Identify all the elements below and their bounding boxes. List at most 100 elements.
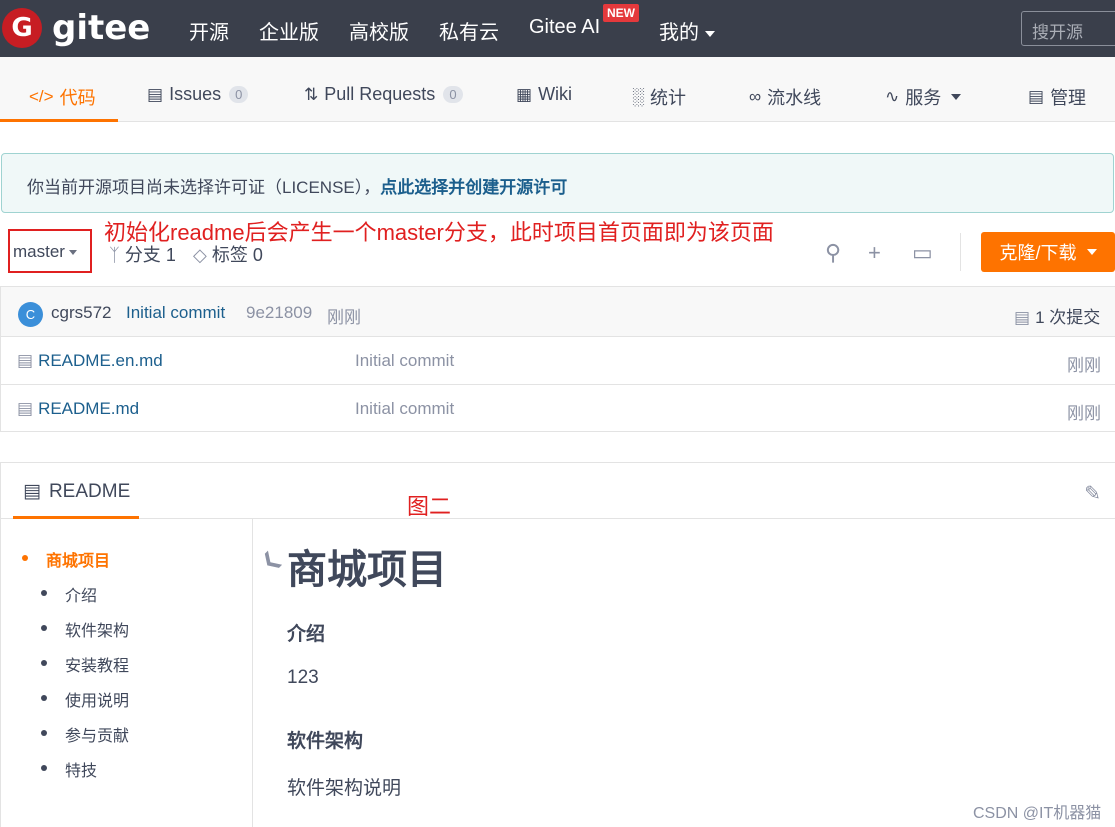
tab-manage-label: 管理 (1050, 88, 1087, 108)
file-name: README.en.md (38, 351, 163, 370)
nav-private-cloud[interactable]: 私有云 (439, 16, 499, 45)
table-row: ▤ README.en.md Initial commit 刚刚 (1, 337, 1115, 385)
divider (960, 233, 961, 271)
readme-subheading-intro: 介绍 (287, 624, 326, 645)
stats-icon: ░ (632, 87, 645, 106)
table-row: ▤ README.md Initial commit 刚刚 (1, 385, 1115, 433)
readme-header: ▤ README ✎ (1, 463, 1115, 519)
tab-code[interactable]: </> 代码 (29, 84, 96, 110)
readme-subheading-arch: 软件架构 (287, 731, 364, 752)
file-link[interactable]: ▤ README.md (17, 399, 139, 419)
tab-pipeline[interactable]: ∞ 流水线 (749, 84, 821, 110)
nav-mine-label: 我的 (659, 22, 699, 44)
toc-item[interactable]: 参与贡献 (40, 722, 129, 746)
file-time: 刚刚 (1067, 404, 1101, 423)
chevron-down-icon (951, 94, 962, 100)
nav-mine[interactable]: 我的 (659, 16, 715, 45)
nav-education[interactable]: 高校版 (349, 16, 409, 45)
tab-services-label: 服务 (905, 88, 942, 108)
issues-icon: ▤ (147, 84, 164, 104)
new-badge: NEW (603, 4, 639, 22)
tab-services[interactable]: ∿ 服务 (885, 84, 962, 110)
toc-item[interactable]: 软件架构 (40, 617, 129, 641)
chevron-down-icon (705, 30, 715, 37)
file-link[interactable]: ▤ README.en.md (17, 351, 163, 371)
manage-icon: ▤ (1028, 87, 1045, 106)
license-notice: 你当前开源项目尚未选择许可证（LICENSE），点此选择并创建开源许可 (1, 153, 1114, 213)
file-time: 刚刚 (1067, 356, 1101, 375)
tab-pipeline-label: 流水线 (767, 88, 822, 108)
pipeline-icon: ∞ (749, 87, 762, 106)
logo-text: gitee (52, 8, 151, 48)
chevron-down-icon (1086, 249, 1097, 255)
readme-paragraph-intro: 123 (287, 667, 319, 688)
tab-stats-label: 统计 (650, 88, 687, 108)
readme-heading: 商城项目 (287, 548, 447, 592)
license-text: 你当前开源项目尚未选择许可证（LICENSE）， (27, 178, 381, 197)
plus-icon[interactable]: + (868, 240, 881, 266)
tab-pull-requests-label: Pull Requests (324, 84, 436, 104)
branches-link[interactable]: ᛉ 分支 1 (109, 241, 176, 267)
tag-icon: ◇ (193, 245, 207, 265)
file-commit-message[interactable]: Initial commit (355, 399, 454, 419)
tags-link[interactable]: ◇ 标签 0 (193, 241, 263, 267)
toc-item[interactable]: 商城项目 (21, 547, 110, 571)
toc-item[interactable]: 使用说明 (40, 687, 129, 711)
tab-wiki[interactable]: ▦ Wiki (516, 84, 572, 105)
clone-download-label: 克隆/下载 (999, 243, 1077, 263)
active-tab-indicator (0, 119, 118, 122)
commit-author[interactable]: cgrs572 (51, 303, 111, 323)
issues-count-badge: 0 (229, 86, 249, 103)
latest-commit-row: C cgrs572 Initial commit 9e21809 刚刚 ▤ 1 次… (1, 287, 1115, 337)
file-list: C cgrs572 Initial commit 9e21809 刚刚 ▤ 1 次… (0, 286, 1115, 432)
toc-item[interactable]: 特技 (40, 757, 97, 781)
clone-download-button[interactable]: 克隆/下载 (981, 232, 1115, 272)
gitee-logo[interactable]: G gitee (2, 8, 150, 48)
search-icon[interactable]: ⚲ (825, 240, 841, 266)
commit-time: 刚刚 (327, 308, 361, 327)
commits-icon: ▤ (1014, 308, 1031, 327)
search-input[interactable]: 搜开源 (1021, 11, 1115, 46)
nav-gitee-ai[interactable]: Gitee AI (529, 16, 600, 39)
readme-panel: ▤ README ✎ 商城项目 介绍 软件架构 安装教程 使用说明 参与贡献 特技 (0, 462, 1115, 827)
top-navbar: G gitee 开源 企业版 高校版 私有云 Gitee AI NEW 我的 搜… (0, 0, 1115, 57)
branches-label: 分支 1 (124, 245, 176, 265)
branch-name: master (13, 242, 65, 261)
commit-count[interactable]: ▤ 1 次提交 (1014, 303, 1100, 328)
readme-icon: ▤ (23, 481, 41, 502)
tab-pull-requests[interactable]: ⇅ Pull Requests 0 (304, 84, 463, 105)
file-commit-message[interactable]: Initial commit (355, 351, 454, 371)
readme-toc: 商城项目 介绍 软件架构 安装教程 使用说明 参与贡献 特技 (1, 519, 253, 827)
commit-message[interactable]: Initial commit (126, 303, 225, 323)
edit-icon[interactable]: ✎ (1084, 481, 1101, 506)
commit-hash[interactable]: 9e21809 (246, 303, 312, 323)
tab-stats[interactable]: ░ 统计 (632, 84, 686, 110)
file-name: README.md (38, 399, 140, 418)
toc-item[interactable]: 安装教程 (40, 652, 129, 676)
file-icon: ▤ (17, 399, 34, 418)
figure-label: 图二 (407, 494, 452, 519)
tab-wiki-label: Wiki (538, 84, 573, 104)
tags-label: 标签 0 (211, 245, 263, 265)
pull-request-icon: ⇅ (304, 84, 319, 104)
branch-icon: ᛉ (109, 245, 120, 265)
branch-selector[interactable]: master (8, 229, 92, 273)
chevron-down-icon (68, 250, 77, 256)
watermark: CSDN @IT机器猫 (973, 805, 1102, 822)
tab-issues-label: Issues (169, 84, 222, 104)
project-tabs: </> 代码 ▤ Issues 0 ⇅ Pull Requests 0 ▦ Wiki ░ 统计… (0, 57, 1115, 122)
readme-paragraph-arch: 软件架构说明 (287, 778, 402, 799)
tab-manage[interactable]: ▤ 管理 (1028, 84, 1086, 110)
nav-enterprise[interactable]: 企业版 (259, 16, 319, 45)
avatar[interactable]: C (18, 302, 43, 327)
license-link[interactable]: 点此选择并创建开源许可 (380, 178, 567, 197)
commit-count-label: 1 次提交 (1035, 308, 1101, 327)
toc-item[interactable]: 介绍 (40, 582, 97, 606)
tab-issues[interactable]: ▤ Issues 0 (147, 84, 249, 105)
monitor-icon[interactable]: ▭ (912, 240, 933, 266)
pr-count-badge: 0 (443, 86, 463, 103)
nav-open-source[interactable]: 开源 (189, 16, 229, 45)
readme-tab[interactable]: ▤ README (23, 480, 130, 503)
tab-code-label: 代码 (59, 88, 96, 108)
pulse-icon: ∿ (885, 87, 900, 106)
